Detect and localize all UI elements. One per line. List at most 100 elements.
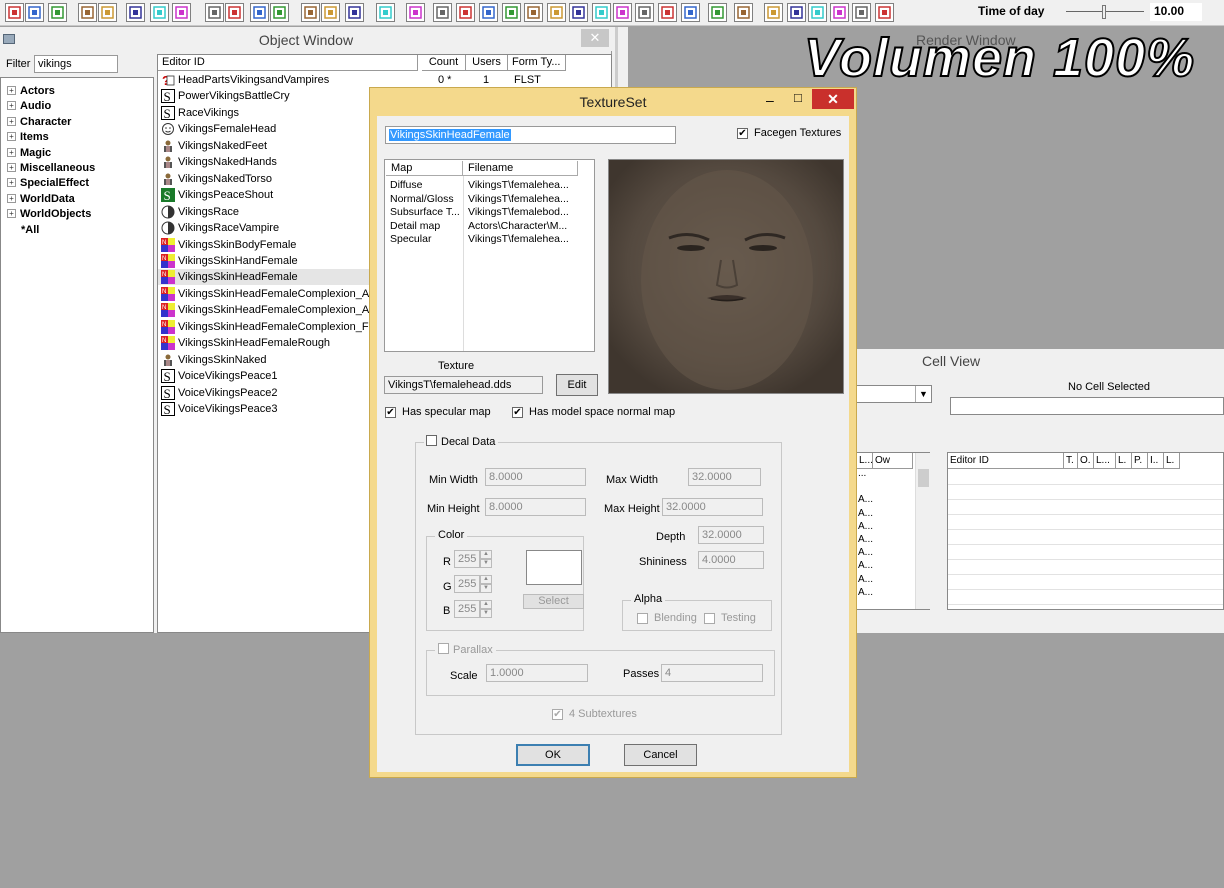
tree-item[interactable]: + Miscellaneous <box>7 161 95 175</box>
cell-list-item[interactable]: A... <box>858 586 873 599</box>
toolbar-tool-icon[interactable] <box>502 3 521 22</box>
r-input[interactable]: 255 <box>454 550 480 568</box>
cell-object-header[interactable]: I.. <box>1148 453 1164 469</box>
tree-item[interactable]: + Character <box>7 115 71 129</box>
cell-list-item[interactable]: A... <box>858 559 873 572</box>
expand-icon[interactable]: + <box>7 163 16 172</box>
toolbar-tool-icon[interactable] <box>205 3 224 22</box>
dialog-titlebar[interactable]: TextureSet – □ ✕ <box>370 88 856 116</box>
maximize-button[interactable]: □ <box>794 90 808 105</box>
toolbar-tool-icon[interactable] <box>98 3 117 22</box>
map-name-cell[interactable]: Normal/Gloss <box>390 193 454 206</box>
depth-input[interactable]: 32.0000 <box>698 526 764 544</box>
texture-path-input[interactable]: VikingsT\femalehead.dds <box>384 376 543 394</box>
toolbar-tool-icon[interactable] <box>764 3 783 22</box>
map-name-cell[interactable]: Detail map <box>390 220 440 233</box>
toolbar-tool-icon[interactable] <box>433 3 452 22</box>
toolbar-tool-icon[interactable] <box>321 3 340 22</box>
has-model-space-checkbox[interactable]: ✔ <box>512 407 523 418</box>
map-column-header[interactable]: Map <box>386 161 463 176</box>
ok-button[interactable]: OK <box>516 744 590 766</box>
column-header-count[interactable]: Count <box>422 55 466 71</box>
tree-item[interactable]: + Actors <box>7 84 55 98</box>
toolbar-tool-icon[interactable] <box>48 3 67 22</box>
subtextures-checkbox[interactable]: ✔ <box>552 709 563 720</box>
dialog-close-button[interactable]: ✕ <box>812 89 854 109</box>
filter-input[interactable]: vikings <box>34 55 118 73</box>
max-height-input[interactable]: 32.0000 <box>662 498 763 516</box>
blending-checkbox[interactable] <box>637 613 648 624</box>
map-filename-cell[interactable]: VikingsT\femalehea... <box>468 193 569 206</box>
toolbar-tool-icon[interactable] <box>270 3 289 22</box>
tree-item[interactable]: + Magic <box>7 146 51 160</box>
worldspace-select[interactable]: ▼ <box>856 385 932 403</box>
edit-button[interactable]: Edit <box>556 374 598 396</box>
cell-list[interactable]: L... Ow... A... A... A... A... A... A... A... A..… <box>856 452 930 610</box>
min-height-input[interactable]: 8.0000 <box>485 498 586 516</box>
column-header-editor-id[interactable]: Editor ID <box>158 55 418 71</box>
minimize-button[interactable]: – <box>766 92 780 108</box>
tree-item[interactable]: *All <box>21 223 39 237</box>
toolbar-tool-icon[interactable] <box>456 3 475 22</box>
toolbar-tool-icon[interactable] <box>852 3 871 22</box>
filename-column-header[interactable]: Filename <box>463 161 578 176</box>
cell-object-header[interactable]: T. <box>1064 453 1078 469</box>
has-specular-checkbox[interactable]: ✔ <box>385 407 396 418</box>
toolbar-tool-icon[interactable] <box>658 3 677 22</box>
tree-item[interactable]: + SpecialEffect <box>7 176 89 190</box>
cell-list-item[interactable]: A... <box>858 573 873 586</box>
tree-item[interactable]: + Items <box>7 130 49 144</box>
color-swatch[interactable] <box>526 550 582 585</box>
object-row[interactable]: ? HeadPartsVikingsandVampires 0 * 1 FLST <box>158 72 611 88</box>
toolbar-tool-icon[interactable] <box>5 3 24 22</box>
scale-input[interactable]: 1.0000 <box>486 664 588 682</box>
object-window-close-button[interactable]: ✕ <box>581 29 609 47</box>
toolbar-tool-icon[interactable] <box>681 3 700 22</box>
passes-input[interactable]: 4 <box>661 664 763 682</box>
time-of-day-slider[interactable] <box>1066 5 1144 19</box>
expand-icon[interactable]: + <box>7 178 16 188</box>
toolbar-tool-icon[interactable] <box>301 3 320 22</box>
toolbar-tool-icon[interactable] <box>613 3 632 22</box>
toolbar-tool-icon[interactable] <box>479 3 498 22</box>
toolbar-tool-icon[interactable] <box>734 3 753 22</box>
toolbar-tool-icon[interactable] <box>150 3 169 22</box>
object-window-titlebar[interactable]: Object Window ✕ <box>0 27 612 51</box>
cell-list-item[interactable]: A... <box>858 507 873 520</box>
map-name-cell[interactable]: Diffuse <box>390 179 423 192</box>
expand-icon[interactable]: + <box>7 209 16 219</box>
parallax-checkbox[interactable] <box>438 643 449 654</box>
toolbar-tool-icon[interactable] <box>830 3 849 22</box>
cell-object-header[interactable]: L... <box>1094 453 1116 469</box>
tree-item[interactable]: + WorldObjects <box>7 207 91 221</box>
toolbar-tool-icon[interactable] <box>787 3 806 22</box>
toolbar-tool-icon[interactable] <box>225 3 244 22</box>
b-input[interactable]: 255 <box>454 600 480 618</box>
testing-checkbox[interactable] <box>704 613 715 624</box>
map-filename-cell[interactable]: VikingsT\femalehea... <box>468 233 569 246</box>
cell-search-input[interactable] <box>950 397 1224 415</box>
cell-object-header[interactable]: O. <box>1078 453 1094 469</box>
time-of-day-value[interactable]: 10.00 <box>1150 3 1202 21</box>
column-header-form-type[interactable]: Form Ty... <box>508 55 566 71</box>
toolbar-tool-icon[interactable] <box>25 3 44 22</box>
cell-list-item[interactable]: A... <box>858 546 873 559</box>
expand-icon[interactable]: + <box>7 193 16 203</box>
map-name-cell[interactable]: Specular <box>390 233 431 246</box>
cancel-button[interactable]: Cancel <box>624 744 697 766</box>
toolbar-tool-icon[interactable] <box>126 3 145 22</box>
expand-icon[interactable]: + <box>7 101 16 111</box>
expand-icon[interactable]: + <box>7 132 16 142</box>
cell-list-item[interactable]: A... <box>858 493 873 506</box>
toolbar-tool-icon[interactable] <box>345 3 364 22</box>
toolbar-tool-icon[interactable] <box>708 3 727 22</box>
editor-id-input[interactable]: VikingsSkinHeadFemale <box>385 126 676 144</box>
tree-item[interactable]: + WorldData <box>7 192 75 206</box>
cell-object-header[interactable]: L. <box>1164 453 1180 469</box>
toolbar-tool-icon[interactable] <box>172 3 191 22</box>
toolbar-tool-icon[interactable] <box>547 3 566 22</box>
tree-item[interactable]: + Audio <box>7 99 51 113</box>
cell-object-header[interactable]: L. <box>1116 453 1132 469</box>
shininess-input[interactable]: 4.0000 <box>698 551 764 569</box>
max-width-input[interactable]: 32.0000 <box>688 468 761 486</box>
